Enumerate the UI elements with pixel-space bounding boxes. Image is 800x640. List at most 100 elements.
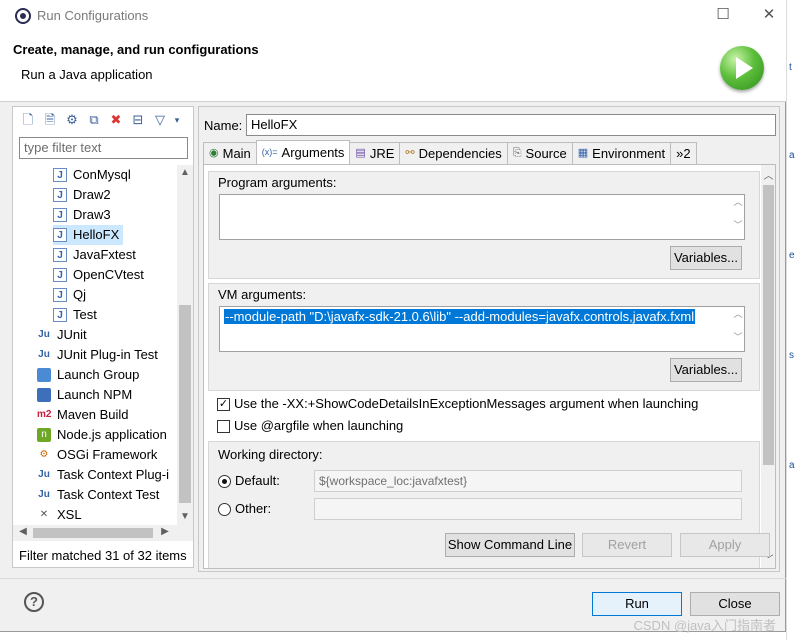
program-arguments-textarea[interactable] <box>219 194 745 240</box>
vm-variables-button[interactable]: Variables... <box>670 358 742 382</box>
working-directory-label: Working directory: <box>218 447 323 462</box>
tab-content-scrollbar[interactable]: ︿ ﹀ <box>761 165 775 568</box>
divider <box>0 578 786 579</box>
tree-item[interactable]: Launch Group <box>37 365 139 385</box>
vm-arguments-label: VM arguments: <box>218 287 307 302</box>
launch-group-icon <box>37 368 51 382</box>
watermark: CSDN @java入门指南者 <box>633 618 777 633</box>
tree-item[interactable]: J Draw3 <box>53 205 111 225</box>
close-button[interactable]: Close <box>690 592 780 616</box>
run-logo-icon <box>720 46 764 90</box>
program-variables-button[interactable]: Variables... <box>670 246 742 270</box>
eclipse-icon <box>15 8 31 24</box>
help-icon[interactable]: ? <box>24 592 44 612</box>
scroll-right-icon[interactable]: ▶ <box>157 526 173 537</box>
tab-environment[interactable]: ▦ Environment <box>571 142 672 164</box>
main-tab-icon: ◉ <box>209 147 219 159</box>
source-tab-icon: ⎘ <box>512 147 522 159</box>
vm-arguments-textarea[interactable]: --module-path "D:\javafx-sdk-21.0.6\lib"… <box>219 306 745 352</box>
other-radio[interactable] <box>218 503 231 516</box>
name-field[interactable]: HelloFX <box>246 114 776 136</box>
environment-tab-icon: ▦ <box>577 147 589 159</box>
revert-button[interactable]: Revert <box>582 533 672 557</box>
tree-item[interactable]: Ju Task Context Test <box>37 485 159 505</box>
close-window-button[interactable]: ✕ <box>757 5 781 25</box>
tree-item[interactable]: J Draw2 <box>53 185 111 205</box>
tree-item[interactable]: Ju JUnit Plug-in Test <box>37 345 158 365</box>
collapse-all-icon[interactable]: ⊟ <box>129 111 147 129</box>
tree-item[interactable]: ✕ XSL <box>37 505 82 525</box>
tree-item[interactable]: J JavaFxtest <box>53 245 136 265</box>
configuration-list-panel: 🗋 🗎 ⚙ ⧉ ✖ ⊟ ▽ ▾ type filter text J ConMys… <box>12 106 194 568</box>
new-prototype-icon[interactable]: 🗎 <box>41 111 59 129</box>
background-text: a <box>789 150 795 161</box>
scrollbar-thumb[interactable] <box>763 185 774 465</box>
osgi-icon: ⚙ <box>39 449 49 460</box>
junit-icon: Ju <box>38 329 50 340</box>
scrollbar-thumb[interactable] <box>33 528 153 538</box>
scroll-left-icon[interactable]: ◀ <box>15 526 31 537</box>
arguments-tab-icon: (x)= <box>261 147 278 157</box>
scroll-up-icon[interactable]: ︿ <box>761 167 775 182</box>
scrollbar-thumb[interactable] <box>179 305 191 503</box>
java-app-icon: J <box>53 288 67 302</box>
java-app-icon: J <box>53 168 67 182</box>
default-label: Default: <box>235 473 280 488</box>
use-argfile-checkbox[interactable] <box>217 420 230 433</box>
tab-jre[interactable]: ▤ JRE <box>349 142 401 164</box>
tab-arguments[interactable]: (x)= Arguments <box>255 140 351 164</box>
tree-item[interactable]: m2 Maven Build <box>37 405 129 425</box>
dialog-header: Create, manage, and run configurations R… <box>0 30 786 102</box>
tree-item[interactable]: Ju Task Context Plug-i <box>37 465 169 485</box>
window-title: Run Configurations <box>37 8 149 23</box>
other-directory-field[interactable] <box>314 498 742 520</box>
tree-item[interactable]: J OpenCVtest <box>53 265 144 285</box>
show-code-details-label: Use the -XX:+ShowCodeDetailsInExceptionM… <box>234 396 699 411</box>
java-app-icon: J <box>53 188 67 202</box>
arguments-tab-content: Program arguments: ︿ ﹀ Variables... VM ar… <box>203 164 776 569</box>
tree-vertical-scrollbar[interactable]: ▲ ▼ <box>177 165 193 525</box>
background-text: s <box>789 350 794 361</box>
tree-item[interactable]: J ConMysql <box>53 165 131 185</box>
export-icon[interactable]: ⚙ <box>63 111 81 129</box>
maximize-button[interactable]: ☐ <box>711 5 735 25</box>
tab-dependencies[interactable]: ⚯ Dependencies <box>399 142 508 164</box>
background-text: t <box>789 62 792 73</box>
tree-item-selected[interactable]: J HelloFX <box>53 225 124 245</box>
tab-main[interactable]: ◉ Main <box>203 142 257 164</box>
delete-icon[interactable]: ✖ <box>107 111 125 129</box>
scroll-up-icon[interactable]: ▲ <box>177 167 193 178</box>
tree-item[interactable]: Launch NPM <box>37 385 132 405</box>
filter-input[interactable]: type filter text <box>19 137 188 159</box>
duplicate-icon[interactable]: ⧉ <box>85 111 103 129</box>
tree-horizontal-scrollbar[interactable]: ◀ ▶ <box>13 525 193 541</box>
title-bar: Run Configurations ☐ ✕ <box>0 0 786 30</box>
tree-item[interactable]: J Test <box>53 305 97 325</box>
npm-icon <box>37 388 51 402</box>
header-subtitle: Run a Java application <box>21 67 153 82</box>
textarea-scrollbar[interactable]: ︿ ﹀ <box>731 195 745 237</box>
filter-status: Filter matched 31 of 32 items <box>19 548 187 563</box>
filter-icon[interactable]: ▽ <box>151 111 169 129</box>
tab-source[interactable]: ⎘ Source <box>506 142 573 164</box>
show-command-line-button[interactable]: Show Command Line <box>445 533 575 557</box>
tree-item[interactable]: Ju JUnit <box>37 325 86 345</box>
textarea-scrollbar[interactable]: ︿ ﹀ <box>731 307 745 349</box>
default-radio[interactable] <box>218 475 231 488</box>
nodejs-icon: n <box>37 428 51 442</box>
show-code-details-checkbox[interactable]: ✓ <box>217 398 230 411</box>
tree-item[interactable]: J Qj <box>53 285 86 305</box>
background-text: a <box>789 460 795 471</box>
java-app-icon: J <box>53 268 67 282</box>
new-configuration-icon[interactable]: 🗋 <box>19 111 37 129</box>
tree-item[interactable]: ⚙ OSGi Framework <box>37 445 158 465</box>
program-arguments-group: Program arguments: ︿ ﹀ Variables... <box>208 171 760 279</box>
tab-overflow[interactable]: »2 <box>670 142 697 164</box>
tree-item[interactable]: n Node.js application <box>37 425 167 445</box>
run-button[interactable]: Run <box>592 592 682 616</box>
config-toolbar: 🗋 🗎 ⚙ ⧉ ✖ ⊟ ▽ ▾ <box>19 111 181 131</box>
configuration-editor: Name: HelloFX ◉ Main (x)= Arguments ▤ JRE ⚯… <box>198 106 780 572</box>
scroll-down-icon[interactable]: ▼ <box>177 511 193 522</box>
apply-button[interactable]: Apply <box>680 533 770 557</box>
view-menu-icon[interactable]: ▾ <box>173 111 181 129</box>
